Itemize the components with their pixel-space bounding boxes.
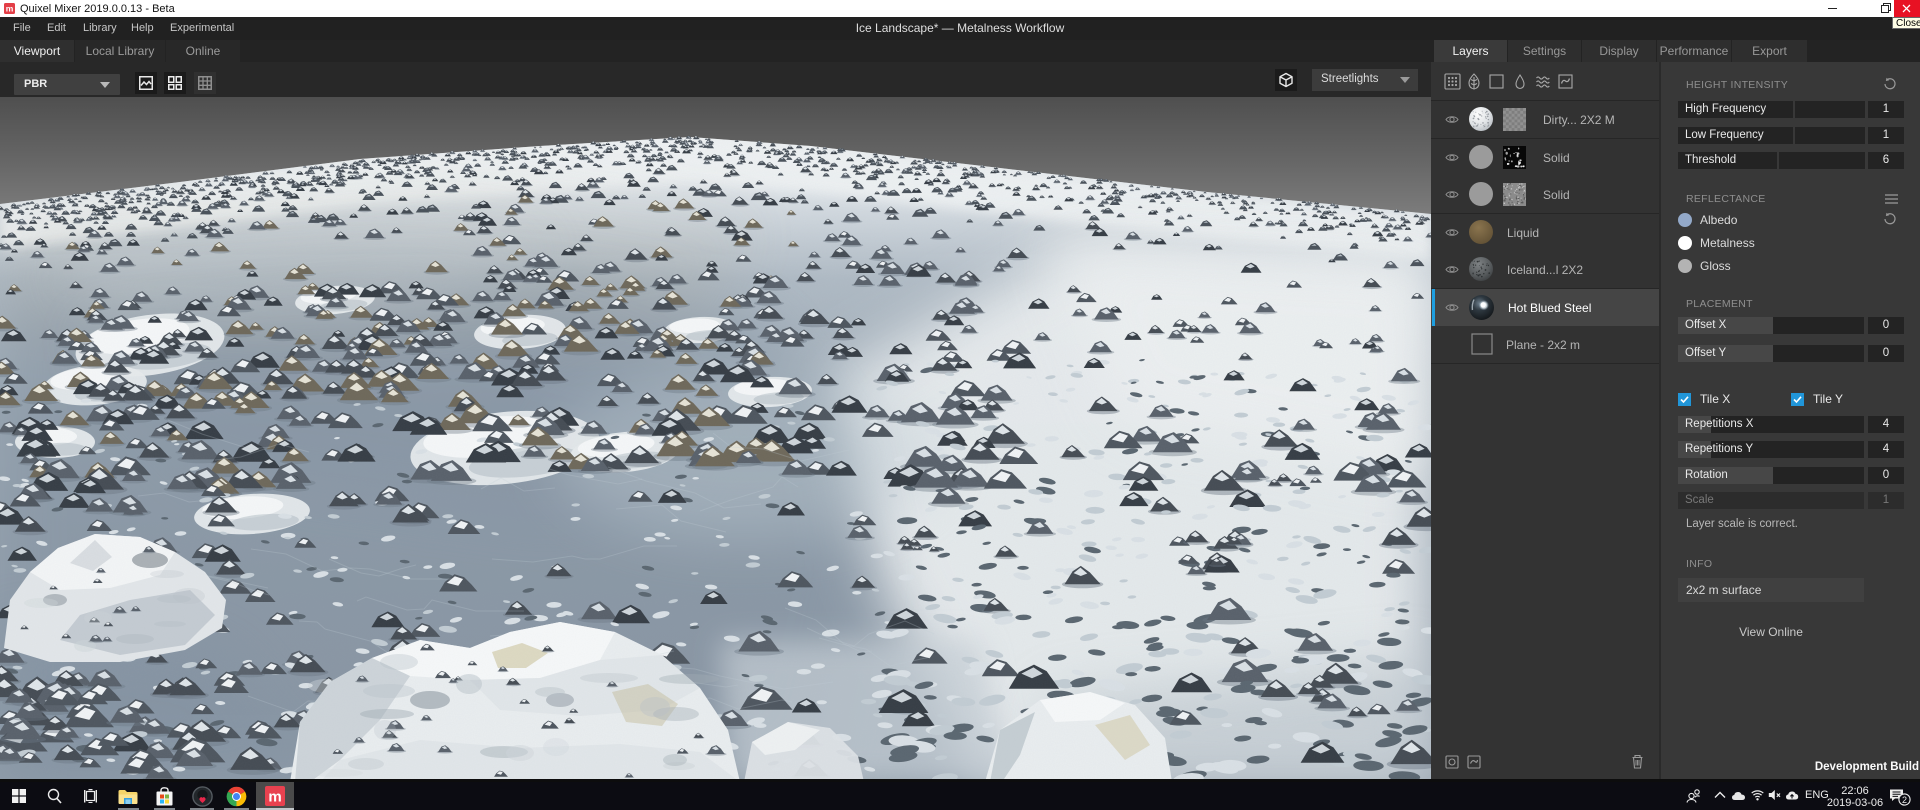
- svg-text:m: m: [6, 4, 14, 14]
- svg-text:2: 2: [1902, 795, 1907, 805]
- svg-text:m: m: [268, 789, 281, 806]
